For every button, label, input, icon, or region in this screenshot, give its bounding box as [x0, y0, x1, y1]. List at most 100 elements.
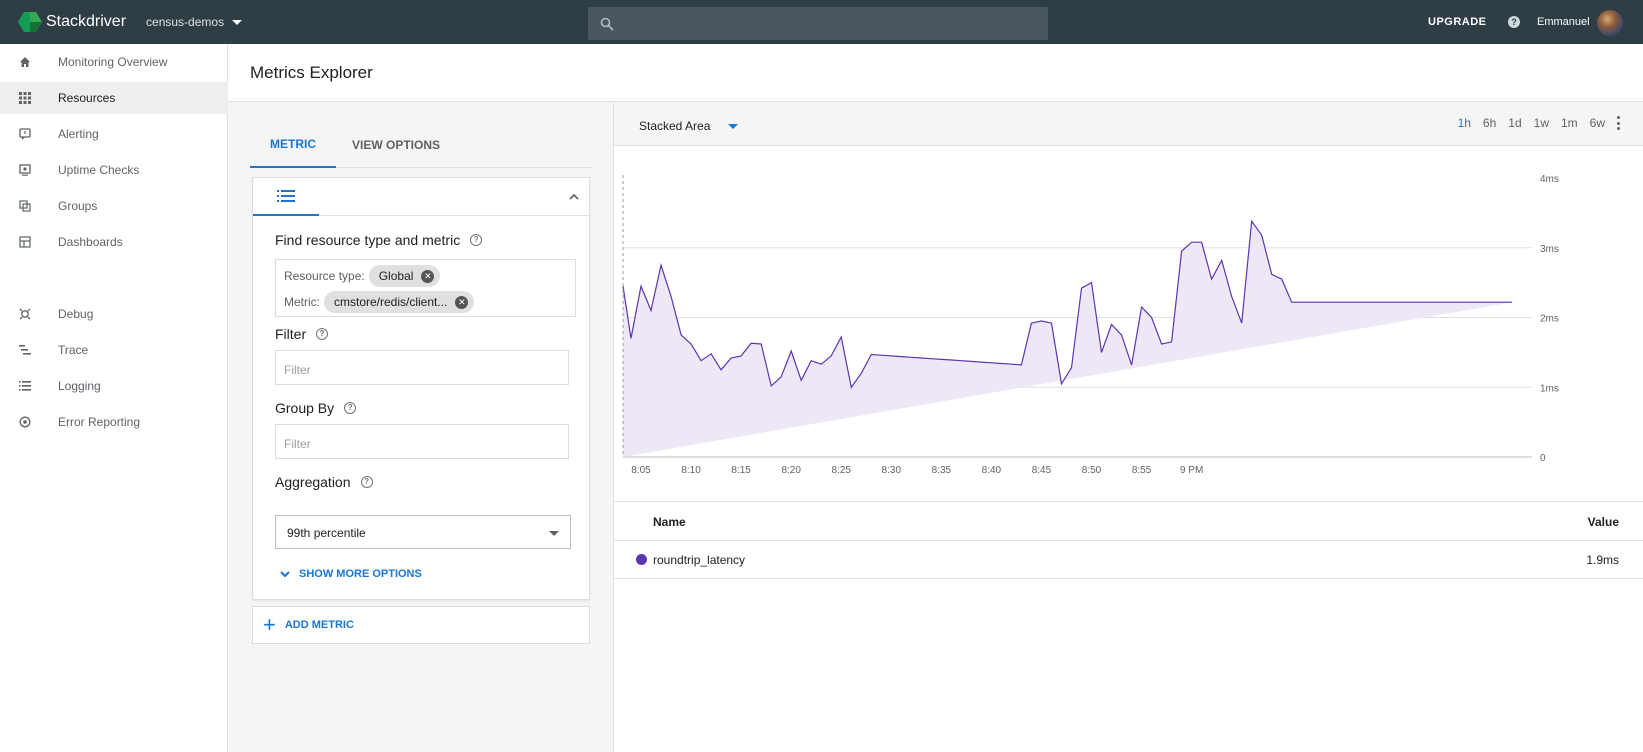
alert-icon — [19, 128, 31, 140]
range-1d[interactable]: 1d — [1508, 116, 1521, 130]
y-tick-label: 0 — [1540, 453, 1546, 464]
x-tick-label: 8:15 — [731, 465, 751, 476]
chart-type-value: Stacked Area — [639, 119, 711, 133]
metric-card: Find resource type and metric ? Resource… — [252, 177, 590, 600]
metric-chip[interactable]: cmstore/redis/client... ✕ — [324, 291, 475, 313]
sidebar-item-debug[interactable]: Debug — [0, 298, 228, 330]
metric-label: Metric: — [284, 295, 320, 309]
stackdriver-logo-icon — [18, 12, 42, 32]
uptime-icon — [19, 164, 31, 176]
page-title: Metrics Explorer — [250, 63, 373, 82]
resource-type-value: Global — [378, 269, 414, 283]
avatar[interactable] — [1597, 10, 1623, 36]
resource-type-row: Resource type: Global ✕ — [284, 265, 441, 287]
remove-chip-icon[interactable]: ✕ — [455, 295, 469, 309]
sidebar-item-label: Alerting — [58, 127, 99, 141]
list-icon — [277, 190, 295, 202]
user-name: Emmanuel — [1537, 16, 1590, 28]
legend-table: Name Value roundtrip_latency 1.9ms — [614, 501, 1643, 579]
show-more-options-label: SHOW MORE OPTIONS — [299, 568, 422, 580]
page-header: Metrics Explorer — [228, 44, 1643, 102]
metric-tabs: METRIC VIEW OPTIONS — [250, 122, 592, 168]
range-6w[interactable]: 6w — [1590, 116, 1605, 130]
table-row[interactable]: roundtrip_latency 1.9ms — [614, 541, 1643, 579]
aggregation-label-text: Aggregation — [275, 474, 351, 490]
find-resource-label: Find resource type and metric ? — [275, 232, 483, 248]
x-tick-label: 8:45 — [1032, 465, 1052, 476]
resource-type-chip[interactable]: Global ✕ — [368, 265, 441, 287]
remove-chip-icon[interactable]: ✕ — [421, 269, 435, 283]
dropdown-arrow-icon — [728, 123, 739, 129]
project-name: census-demos — [146, 15, 225, 29]
aggregation-label: Aggregation ? — [275, 474, 373, 490]
help-circle-icon[interactable]: ? — [344, 402, 357, 414]
sidebar-item-label: Logging — [58, 379, 101, 393]
logging-icon — [19, 380, 31, 392]
app-name: Stackdriver — [46, 13, 127, 30]
help-icon[interactable]: ? — [1508, 16, 1520, 28]
filter-input[interactable]: Filter — [275, 350, 569, 385]
chevron-down-icon — [232, 19, 243, 25]
x-tick-label: 8:05 — [631, 465, 651, 476]
sidebar-item-resources[interactable]: Resources — [0, 82, 228, 114]
upgrade-button[interactable]: UPGRADE — [1428, 16, 1487, 28]
range-6h[interactable]: 6h — [1483, 116, 1496, 130]
grid-icon — [19, 92, 31, 104]
x-tick-label: 8:25 — [832, 465, 852, 476]
more-vert-icon[interactable] — [1617, 116, 1621, 130]
y-tick-label: 1ms — [1540, 383, 1559, 394]
latency-chart[interactable]: 4ms 3ms 2ms 1ms 0 8:05 8:10 8:15 8:20 8:25 8:30 8:3… — [614, 146, 1643, 500]
project-selector[interactable]: census-demos — [146, 15, 243, 29]
app-logo[interactable]: Stackdriver — [18, 10, 126, 34]
x-tick-label: 8:40 — [982, 465, 1002, 476]
name-column-header[interactable]: Name — [653, 515, 686, 529]
range-1w[interactable]: 1w — [1534, 116, 1549, 130]
value-column-header[interactable]: Value — [1588, 515, 1619, 529]
time-range-selector: 1h 6h 1d 1w 1m 6w — [1446, 116, 1605, 130]
aggregation-value: 99th percentile — [287, 526, 366, 540]
series-name: roundtrip_latency — [653, 553, 746, 567]
range-1m[interactable]: 1m — [1561, 116, 1578, 130]
chart-panel: Stacked Area 1h 6h 1d 1w 1m 6w 4ms 3ms 2ms… — [614, 102, 1643, 752]
sidebar-item-uptime-checks[interactable]: Uptime Checks — [0, 154, 228, 186]
tab-metric[interactable]: METRIC — [250, 122, 336, 168]
chevron-up-icon[interactable] — [567, 190, 581, 204]
add-metric-button[interactable]: + ADD METRIC — [252, 606, 590, 644]
x-tick-label: 9 PM — [1180, 465, 1203, 476]
sidebar-item-dashboards[interactable]: Dashboards — [0, 226, 228, 258]
chart-toolbar: Stacked Area 1h 6h 1d 1w 1m 6w — [614, 102, 1643, 146]
aggregation-select[interactable]: 99th percentile — [275, 515, 571, 549]
range-1h[interactable]: 1h — [1458, 116, 1471, 130]
show-more-options-button[interactable]: SHOW MORE OPTIONS — [278, 567, 422, 581]
group-by-input[interactable]: Filter — [275, 424, 569, 459]
sidebar-item-label: Debug — [58, 307, 94, 321]
x-tick-label: 8:35 — [932, 465, 952, 476]
plus-icon: + — [263, 612, 276, 637]
list-tab[interactable] — [253, 178, 319, 216]
add-metric-label: ADD METRIC — [284, 619, 354, 631]
sidebar-item-error-reporting[interactable]: Error Reporting — [0, 406, 228, 438]
card-header — [253, 178, 589, 216]
sidebar-item-alerting[interactable]: Alerting — [0, 118, 228, 150]
y-tick-label: 3ms — [1540, 244, 1559, 255]
chart-type-select[interactable]: Stacked Area — [639, 119, 739, 133]
sidebar-item-label: Trace — [58, 343, 89, 357]
debug-icon — [19, 308, 31, 320]
search-icon — [600, 17, 614, 31]
tab-view-options[interactable]: VIEW OPTIONS — [346, 122, 446, 168]
group-by-label: Group By ? — [275, 400, 357, 416]
sidebar-item-trace[interactable]: Trace — [0, 334, 228, 366]
sidebar-item-label: Uptime Checks — [58, 163, 140, 177]
y-tick-label: 4ms — [1540, 174, 1559, 185]
x-tick-label: 8:30 — [882, 465, 902, 476]
help-circle-icon[interactable]: ? — [360, 476, 373, 488]
series-value: 1.9ms — [1586, 553, 1619, 567]
x-tick-label: 8:10 — [681, 465, 701, 476]
help-circle-icon[interactable]: ? — [470, 234, 483, 246]
sidebar-item-logging[interactable]: Logging — [0, 370, 228, 402]
search-input[interactable] — [588, 7, 1048, 40]
resource-metric-selector[interactable]: Resource type: Global ✕ Metric: cmstore/… — [275, 259, 576, 317]
sidebar-item-monitoring-overview[interactable]: Monitoring Overview — [0, 46, 228, 78]
help-circle-icon[interactable]: ? — [316, 328, 329, 340]
sidebar-item-groups[interactable]: Groups — [0, 190, 228, 222]
